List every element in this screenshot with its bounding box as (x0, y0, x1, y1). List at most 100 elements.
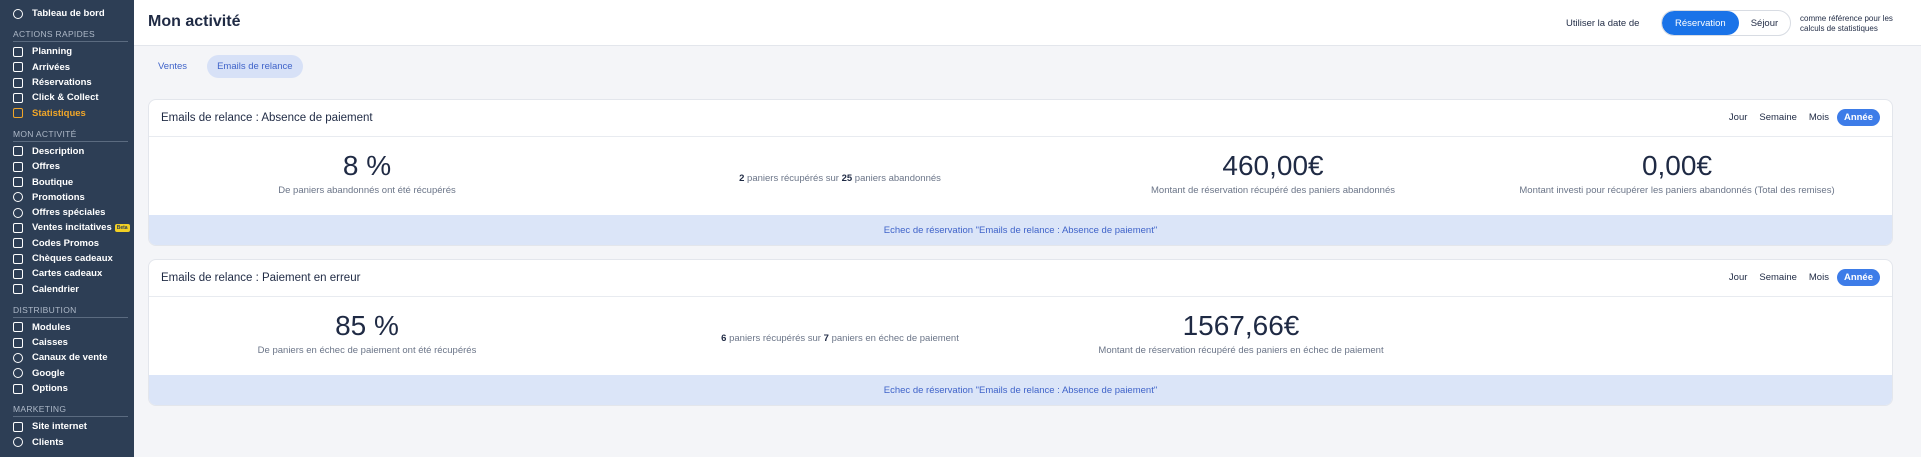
sidebar-item-label: Click & Collect (32, 92, 99, 104)
calendar-icon (13, 284, 23, 295)
sidebar-item-label: Cartes cadeaux (32, 268, 103, 280)
sidebar-item-label: Codes Promos (32, 237, 100, 249)
sidebar-item-description[interactable]: Description (0, 144, 134, 159)
gift-voucher-icon (13, 253, 23, 264)
sidebar-item-label: Statistiques (32, 107, 86, 119)
shop-icon (13, 177, 23, 188)
sidebar-item-boutique[interactable]: Boutique (0, 174, 134, 189)
sidebar-item-canaux-de-vente[interactable]: Canaux de vente (0, 350, 134, 365)
sidebar-item-label: Planning (32, 46, 73, 58)
stat-ratio-text-a: paniers récupérés sur (729, 333, 821, 344)
page-title: Mon activité (148, 13, 241, 30)
sidebar-divider (13, 416, 128, 418)
sidebar-item-site-internet[interactable]: Site internet (0, 419, 134, 434)
card-stats: 85 % De paniers en échec de paiement ont… (149, 297, 1892, 375)
sidebar-item-planning[interactable]: Planning (0, 44, 134, 59)
period-month-button[interactable]: Mois (1805, 109, 1833, 126)
card-footer-link[interactable]: Echec de réservation "Emails de relance … (149, 215, 1892, 245)
upsell-icon (13, 222, 23, 233)
period-week-button[interactable]: Semaine (1755, 269, 1801, 286)
sidebar-item-label: Chèques cadeaux (32, 253, 113, 264)
sidebar-item-label: Modules (32, 321, 71, 333)
card-absence-paiement: Emails de relance : Absence de paiement … (148, 99, 1893, 246)
beta-badge: Beta (114, 223, 130, 232)
card-stats: 8 % De paniers abandonnés ont été récupé… (149, 137, 1892, 215)
stat-recovery-rate: 85 % De paniers en échec de paiement ont… (257, 297, 477, 357)
sidebar-item-arrivees[interactable]: Arrivées (0, 60, 134, 75)
sidebar-item-modules[interactable]: Modules (0, 320, 134, 335)
sidebar-item-codes-promos[interactable]: Codes Promos (0, 236, 134, 251)
sidebar-item-label: Réservations (32, 77, 92, 89)
stat-value: 85 % (335, 310, 399, 341)
promotions-icon (13, 192, 23, 203)
google-icon (13, 368, 23, 379)
sidebar-item-label: Site internet (32, 421, 87, 433)
stat-label: Montant investi pour récupérer les panie… (1519, 185, 1835, 196)
stat-ratio-text: 6 paniers récupérés sur 7 paniers en éch… (721, 333, 959, 344)
stat-label: De paniers abandonnés ont été récupérés (278, 185, 456, 196)
special-offers-icon (13, 207, 23, 218)
description-icon (13, 146, 23, 157)
stat-ratio-text-b: paniers en échec de paiement (831, 333, 959, 344)
tab-emails-de-relance[interactable]: Emails de relance (207, 55, 303, 78)
sidebar-item-label: Offres spéciales (32, 207, 106, 219)
period-selector: Jour Semaine Mois Année (1725, 269, 1880, 286)
toggle-reservation-button[interactable]: Réservation (1662, 11, 1739, 35)
card-header: Emails de relance : Absence de paiement … (149, 100, 1892, 137)
sidebar-section-marketing: MARKETING (13, 404, 67, 415)
tab-ventes[interactable]: Ventes (148, 55, 197, 78)
period-year-button[interactable]: Année (1836, 269, 1880, 286)
stats-tabs: Ventes Emails de relance (148, 55, 303, 78)
sales-channels-icon (13, 352, 23, 363)
sidebar-item-calendrier[interactable]: Calendrier (0, 281, 134, 296)
sidebar-item-dashboard[interactable]: Tableau de bord (0, 6, 134, 21)
sidebar-item-offres[interactable]: Offres (0, 159, 134, 174)
stat-recovered-amount: 460,00€ Montant de réservation récupéré … (1151, 137, 1395, 197)
sidebar-divider (13, 41, 128, 43)
sidebar-item-label: Canaux de vente (32, 352, 108, 364)
stat-ratio-text-b: paniers abandonnés (854, 173, 941, 184)
stat-value: 460,00€ (1222, 150, 1324, 181)
website-icon (13, 421, 23, 432)
clients-icon (13, 437, 23, 448)
card-title: Emails de relance : Absence de paiement (161, 112, 373, 124)
sidebar-item-google[interactable]: Google (0, 366, 134, 381)
sidebar: Tableau de bord ACTIONS RAPIDES Planning… (0, 0, 134, 457)
sidebar-item-cartes-cadeaux[interactable]: Cartes cadeaux (0, 266, 134, 281)
sidebar-item-clients[interactable]: Clients (0, 435, 134, 450)
sidebar-section-actions: ACTIONS RAPIDES (13, 29, 95, 40)
card-footer-link[interactable]: Echec de réservation "Emails de relance … (149, 375, 1892, 405)
stat-recovery-rate: 8 % De paniers abandonnés ont été récupé… (278, 137, 456, 197)
promo-code-icon (13, 238, 23, 249)
stat-label: Montant de réservation récupéré des pani… (1098, 345, 1384, 356)
reservations-icon (13, 77, 23, 88)
sidebar-item-offres-speciales[interactable]: Offres spéciales (0, 205, 134, 220)
sidebar-item-promotions[interactable]: Promotions (0, 190, 134, 205)
planning-icon (13, 46, 23, 57)
period-week-button[interactable]: Semaine (1755, 109, 1801, 126)
sidebar-item-click-collect[interactable]: Click & Collect (0, 90, 134, 105)
period-year-button[interactable]: Année (1836, 109, 1880, 126)
period-day-button[interactable]: Jour (1725, 269, 1751, 286)
toggle-sejour-button[interactable]: Séjour (1739, 11, 1790, 35)
sidebar-item-label: Offres (32, 161, 60, 173)
period-month-button[interactable]: Mois (1805, 269, 1833, 286)
sidebar-item-options[interactable]: Options (0, 381, 134, 396)
card-paiement-en-erreur: Emails de relance : Paiement en erreur J… (148, 259, 1893, 406)
sidebar-item-reservations[interactable]: Réservations (0, 75, 134, 90)
sidebar-item-label: Clients (32, 436, 64, 448)
stat-label: De paniers en échec de paiement ont été … (257, 345, 477, 356)
sidebar-item-cheques-cadeaux[interactable]: Chèques cadeaux (0, 251, 134, 266)
period-day-button[interactable]: Jour (1725, 109, 1751, 126)
date-reference-label: Utiliser la date de (1566, 18, 1640, 29)
sidebar-item-caisses[interactable]: Caisses (0, 335, 134, 350)
page-header: Mon activité Utiliser la date de Réserva… (134, 0, 1921, 46)
stat-total-number: 7 (823, 333, 829, 344)
sidebar-item-ventes-incitatives[interactable]: Ventes incitatives Beta (0, 220, 134, 235)
stat-value: 0,00€ (1641, 150, 1713, 181)
cash-register-icon (13, 337, 23, 348)
sidebar-item-statistiques[interactable]: Statistiques (0, 105, 134, 120)
arrivals-icon (13, 62, 23, 73)
sidebar-item-label: Description (32, 145, 85, 157)
statistics-icon (13, 108, 23, 119)
